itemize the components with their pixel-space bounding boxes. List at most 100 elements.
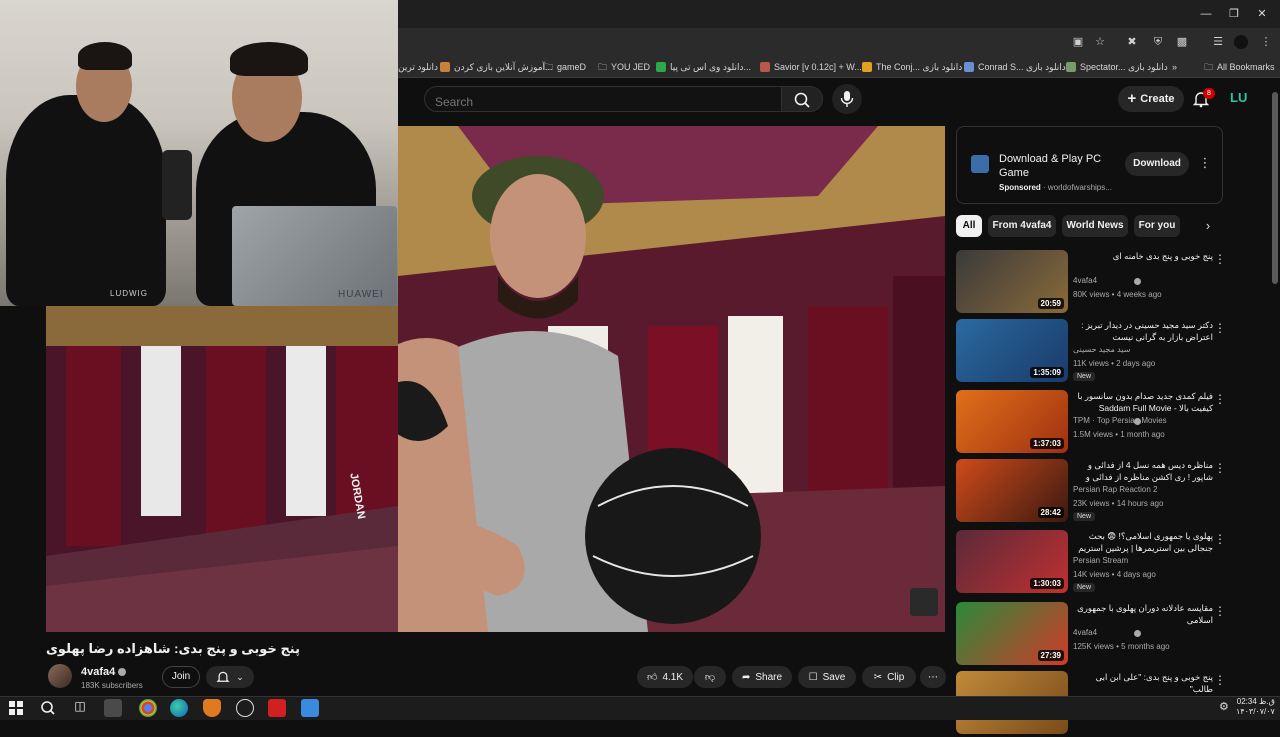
more-vertical-icon[interactable]: ⋮ [1214, 532, 1226, 546]
clip-button[interactable]: ✂ Clip [862, 666, 916, 688]
recommendation-title[interactable]: دکتر سید مجید حسینی در دیدار تبریز : اعت… [1073, 319, 1213, 343]
subscription-bell-button[interactable]: ⌄ [206, 666, 254, 688]
recommendation-channel[interactable]: TPM · Top Persian Movies [1073, 416, 1167, 425]
task-view-icon[interactable]: ◫ [71, 699, 89, 717]
join-button[interactable]: Join [162, 666, 200, 688]
chrome-icon[interactable] [139, 699, 157, 717]
more-vertical-icon[interactable]: ⋮ [1214, 252, 1226, 266]
ad-download-button[interactable]: Download [1125, 152, 1189, 176]
media-control-icon[interactable]: ☰ [1210, 34, 1226, 50]
scrollbar-thumb[interactable] [1272, 92, 1278, 284]
edge-icon[interactable] [170, 699, 188, 717]
more-vertical-icon[interactable]: ⋮ [1214, 461, 1226, 475]
bookmark-item[interactable]: Spectator... دانلود بازی [1066, 60, 1168, 74]
recommendation-item[interactable]: 27:39 مقایسه عادلانه دوران پهلوی با جمهور… [956, 602, 1226, 668]
extension-x-icon[interactable]: ✖ [1124, 34, 1140, 50]
more-vertical-icon[interactable]: ⋮ [1198, 155, 1212, 173]
minimize-icon[interactable]: — [1198, 6, 1214, 22]
recommendation-channel[interactable]: Persian Rap Reaction 2 [1073, 485, 1158, 494]
recommendation-title[interactable]: فیلم کمدی جدید صدام بدون سانسور با کیفیت… [1073, 390, 1213, 414]
restore-icon[interactable]: ❐ [1226, 6, 1242, 22]
like-count: 4.1K [662, 671, 684, 683]
bookmark-item[interactable]: Savior [v 0.12c] + W... [760, 60, 862, 74]
subscriber-count: 183K subscribers [81, 681, 143, 690]
app-blue-icon[interactable] [301, 699, 319, 717]
ad-title[interactable]: Download & Play PC Game [999, 152, 1109, 180]
recommendation-item[interactable]: 1:35:09 دکتر سید مجید حسینی در دیدار تبری… [956, 319, 1226, 385]
create-button[interactable]: + Create [1118, 86, 1184, 112]
account-avatar[interactable]: LU [1230, 90, 1250, 108]
video-thumbnail[interactable]: 27:39 [956, 602, 1068, 665]
more-vertical-icon[interactable]: ⋮ [1214, 321, 1226, 335]
recommendation-channel[interactable]: 4vafa4 [1073, 628, 1097, 637]
system-clock[interactable]: 02:34 ق.ظ ۱۴۰۳/۰۷/۰۷ [1236, 697, 1275, 717]
share-icon: ➦ [741, 671, 751, 683]
recommendation-channel[interactable]: 4vafa4 [1073, 276, 1097, 285]
bookmark-folder[interactable]: 🗀 gameD [544, 60, 586, 74]
video-thumbnail[interactable]: 1:30:03 [956, 530, 1068, 593]
close-window-icon[interactable]: ✕ [1254, 6, 1270, 22]
bookmark-star-icon[interactable]: ☆ [1092, 34, 1108, 50]
windows-start-icon[interactable] [8, 700, 24, 716]
chip-from-channel[interactable]: From 4vafa4 [988, 215, 1056, 237]
video-thumbnail[interactable]: 1:35:09 [956, 319, 1068, 382]
shield-extension-icon[interactable]: ⛨ [1150, 34, 1166, 50]
duration-badge: 28:42 [1037, 507, 1064, 518]
chip-all[interactable]: All [956, 215, 982, 237]
chevron-right-icon[interactable]: » [1172, 60, 1177, 74]
dislike-button[interactable]: 👎︎ [694, 666, 726, 688]
recommendation-channel[interactable]: سید مجید حسینی [1073, 345, 1130, 354]
more-vertical-icon[interactable]: ⋮ [1214, 604, 1226, 618]
profile-avatar-icon[interactable] [1234, 35, 1248, 49]
share-button[interactable]: ➦ Share [732, 666, 792, 688]
media-player-icon[interactable] [104, 699, 122, 717]
recommendation-title[interactable]: پهلوی یا جمهوری اسلامی؟! 😨 بحث جنجالی بی… [1073, 530, 1213, 554]
puzzle-extensions-icon[interactable]: ▩ [1174, 34, 1190, 50]
steam-icon[interactable] [236, 699, 254, 717]
bookmark-item[interactable]: دانلود ترین [398, 60, 438, 74]
bookmark-item[interactable]: دانلود وی اس تی پیا... [656, 60, 751, 74]
chip-world-news[interactable]: World News [1062, 215, 1128, 237]
browser-menu-icon[interactable]: ⋮ [1258, 34, 1274, 50]
brave-icon[interactable] [203, 699, 221, 717]
bookmark-item[interactable]: The Conj... دانلود بازی [862, 60, 962, 74]
search-button[interactable] [781, 86, 823, 112]
channel-avatar[interactable] [48, 664, 72, 688]
install-app-icon[interactable]: ▣ [1070, 34, 1086, 50]
recommendation-title[interactable]: مقایسه عادلانه دوران پهلوی با جمهوری اسل… [1073, 602, 1213, 626]
video-thumbnail[interactable]: 1:37:03 [956, 390, 1068, 453]
more-actions-button[interactable]: ⋯ [920, 666, 946, 688]
all-bookmarks-folder[interactable]: 🗀 All Bookmarks [1204, 60, 1275, 74]
chevron-right-icon[interactable]: › [1200, 218, 1216, 234]
bookmark-item[interactable]: Conrad S... دانلود بازی [964, 60, 1066, 74]
recommendation-title[interactable]: مناظره دیس همه نسل 4 از فدائی و شاپور ! … [1073, 459, 1213, 483]
chip-for-you[interactable]: For you [1134, 215, 1180, 237]
network-icon[interactable]: ⚙ [1219, 700, 1233, 714]
taskbar-search-icon[interactable] [39, 699, 57, 717]
recommendation-item[interactable]: 20:59 پنج خوبی و پنج بدی خامنه ای 4vafa4 80… [956, 250, 1226, 316]
video-thumbnail[interactable]: 20:59 [956, 250, 1068, 313]
recommendation-title[interactable]: پنج خوبی و پنج بدی: "علی ابن ابی طالب" [1073, 671, 1213, 695]
recommendation-item[interactable]: 1:30:03 پهلوی یا جمهوری اسلامی؟! 😨 بحث جن… [956, 530, 1226, 596]
app-v-icon[interactable] [268, 699, 286, 717]
more-vertical-icon[interactable]: ⋮ [1214, 392, 1226, 406]
recommendation-stats: 23K views • 14 hours ago [1073, 499, 1164, 508]
voice-search-button[interactable] [832, 84, 862, 114]
recommendation-title[interactable]: پنج خوبی و پنج بدی خامنه ای [1073, 250, 1213, 262]
bookmark-folder[interactable]: 🗀 YOU JED [598, 60, 650, 74]
recommendation-stats: 80K views • 4 weeks ago [1073, 290, 1162, 299]
video-thumbnail[interactable]: 28:42 [956, 459, 1068, 522]
channel-name[interactable]: 4vafa4 [81, 666, 127, 678]
bookmark-favicon [656, 62, 666, 72]
recommendation-item[interactable]: 1:37:03 فیلم کمدی جدید صدام بدون سانسور ب… [956, 390, 1226, 456]
laptop-brand: HUAWEI [338, 289, 384, 300]
search-input[interactable] [424, 86, 782, 112]
recommendation-item[interactable]: 28:42 مناظره دیس همه نسل 4 از فدائی و شاپ… [956, 459, 1226, 525]
recommendation-channel[interactable]: Persian Stream [1073, 556, 1128, 565]
like-button[interactable]: 👍︎ 4.1K [637, 666, 693, 688]
bookmark-item[interactable]: آموزش آنلاین بازی کردن... [440, 60, 553, 74]
verified-icon [1134, 418, 1141, 425]
save-button[interactable]: ☐ Save [798, 666, 856, 688]
more-vertical-icon[interactable]: ⋮ [1214, 673, 1226, 687]
channel-watermark-icon[interactable] [910, 588, 938, 616]
